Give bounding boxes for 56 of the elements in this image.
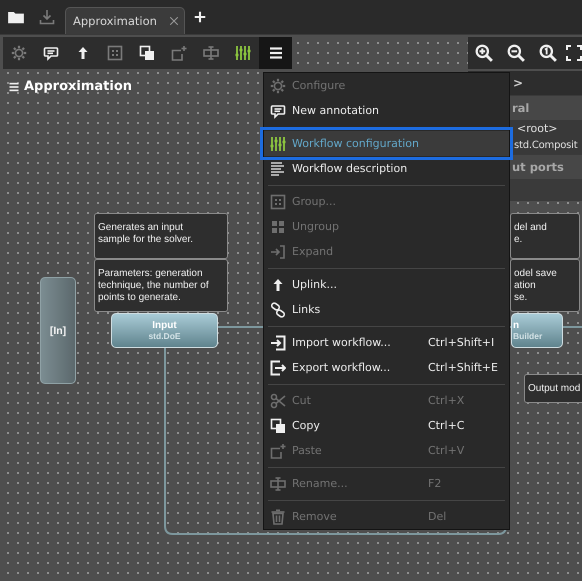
block-title: Input (152, 320, 177, 331)
annotation-note: Generates an input sample for the solver. (94, 213, 228, 259)
block-title: [In] (50, 324, 66, 336)
menu-item[interactable]: Links (264, 297, 509, 322)
block-type: std.DoE (148, 331, 181, 341)
gear-icon (11, 45, 27, 61)
sliders-icon (270, 136, 286, 152)
menu-item[interactable]: Copy Ctrl+C (264, 413, 509, 438)
paste-icon (171, 45, 187, 61)
gear-icon (270, 78, 286, 94)
comment-icon (270, 102, 286, 118)
group-icon (107, 45, 123, 61)
block-type: Builder (513, 331, 542, 341)
block-title: n (513, 320, 520, 331)
trash-icon (270, 508, 286, 524)
annotation-note: Output mod (524, 374, 582, 403)
group-icon (270, 194, 286, 210)
annotation-note: del and e. (510, 213, 580, 259)
annotation-note: Parameters: generation technique, the number of points to generate. (94, 259, 228, 312)
copy-icon (139, 45, 155, 61)
menu-item[interactable]: Workflow configuration (264, 131, 509, 156)
close-icon (168, 15, 180, 27)
zoom-out-icon (507, 44, 525, 62)
download-icon (38, 9, 54, 25)
workflow-block[interactable]: n Builder (511, 313, 563, 348)
menu-item[interactable]: Import workflow... Ctrl+Shift+I (264, 330, 509, 355)
rename-icon (203, 45, 219, 61)
comment-icon (43, 45, 59, 61)
annotation-note: odel save ation se. (510, 259, 580, 312)
plus-icon (192, 10, 207, 24)
workflow-block[interactable]: Input std.DoE (111, 313, 218, 348)
zoom-in-icon (475, 44, 493, 62)
corners-icon (566, 45, 582, 61)
canvas-title: Approximation (24, 79, 132, 94)
text-lines-icon (270, 160, 286, 176)
menu-icon (268, 45, 284, 61)
menu-button[interactable] (259, 37, 292, 69)
menu-item[interactable]: Uplink... (264, 272, 509, 297)
squares-icon (270, 218, 286, 234)
property-value: <root> (516, 121, 558, 137)
tab-label: Approximation (73, 14, 158, 28)
arrow-into-bracket-icon (270, 244, 286, 260)
rename-icon (270, 476, 286, 492)
scissors-icon (270, 392, 286, 408)
export-icon (270, 360, 286, 376)
sliders-icon (235, 45, 251, 61)
menu-icon (8, 80, 20, 92)
copy-icon (270, 418, 286, 434)
menu-item[interactable]: Export workflow... Ctrl+Shift+E (264, 355, 509, 380)
link-icon (270, 302, 286, 318)
document-tab[interactable]: Approximation (65, 7, 185, 34)
import-icon (270, 334, 286, 350)
zoom-reset-icon (539, 44, 557, 62)
property-value: std.Composit (513, 139, 578, 153)
paste-icon (270, 442, 286, 458)
port-block[interactable]: [In] (40, 277, 76, 384)
